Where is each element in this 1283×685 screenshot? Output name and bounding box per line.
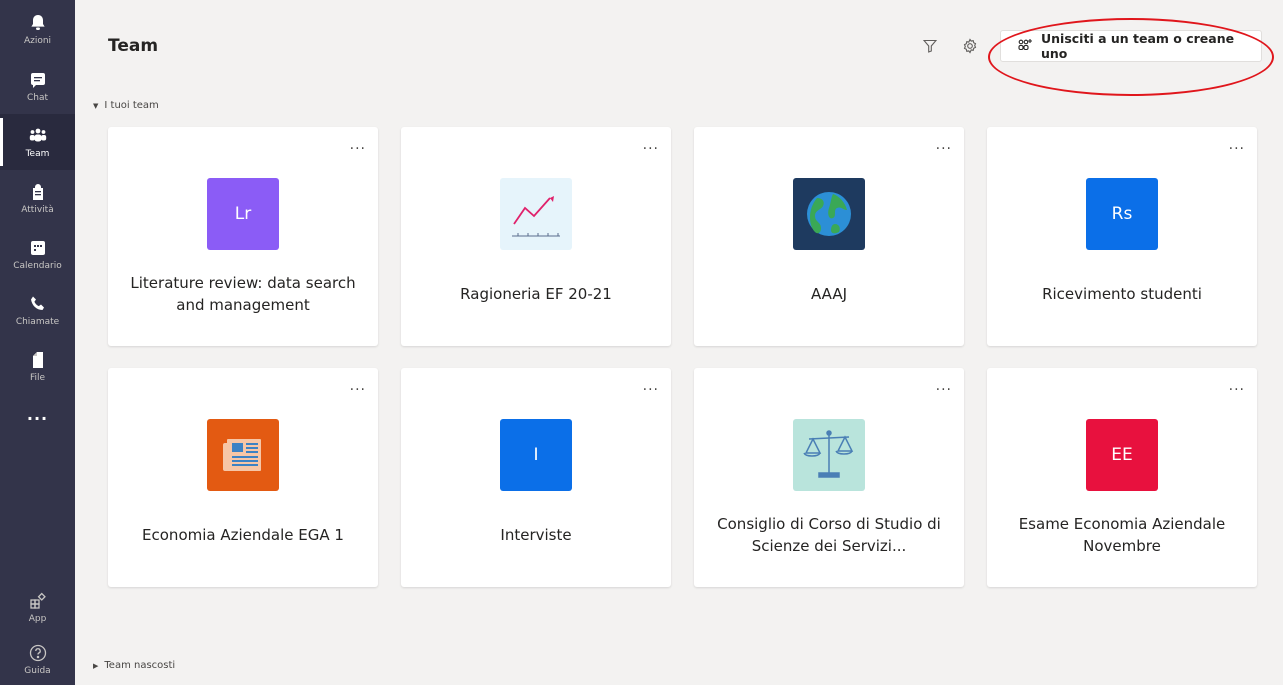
filter-icon[interactable] [920,36,940,56]
team-name: Consiglio di Corso di Studio di Scienze … [717,515,941,555]
rail-item-label: File [29,372,46,383]
section-hidden-teams[interactable]: ▶ Team nascosti [93,660,175,671]
rail-item-label: App [28,613,47,624]
team-card[interactable]: ... Rs Ricevimento studenti [987,127,1257,346]
app-rail: Azioni Chat Team Attività Calendario Chi… [0,0,75,685]
rail-item-file[interactable]: File [0,338,75,394]
tile-initials: Rs [1111,204,1133,224]
more-apps-button[interactable]: ... [0,394,75,434]
chat-icon [28,70,48,90]
page-title: Team [108,36,159,56]
newspaper-icon [207,419,279,491]
phone-icon [28,294,48,314]
bell-icon [28,13,48,33]
help-icon [28,643,48,663]
chart-trend-icon [500,178,572,250]
team-card[interactable]: ... Ragioneria EF 20-21 [401,127,671,346]
globe-icon [793,178,865,250]
rail-item-team[interactable]: Team [0,114,75,170]
section-title: I tuoi team [104,100,159,111]
rail-item-label: Azioni [23,35,52,46]
teams-icon [28,126,48,146]
team-card[interactable]: ... Economia Aziendale EGA 1 [108,368,378,587]
rail-item-label: Chat [26,92,49,103]
rail-item-attivita[interactable]: Attività [0,170,75,226]
tile-initials: EE [1111,445,1133,465]
more-options-icon[interactable]: ... [936,378,952,394]
join-or-create-team-label: Unisciti a un team o creane uno [1041,31,1235,61]
team-card[interactable]: ... Consiglio di Corso di Studio di Scie… [694,368,964,587]
tile-initials: Lr [234,204,252,224]
rail-item-chiamate[interactable]: Chiamate [0,282,75,338]
team-tile: I [500,419,572,491]
rail-item-label: Calendario [13,260,62,271]
section-your-teams[interactable]: ▼ I tuoi team [93,100,159,111]
team-tile: EE [1086,419,1158,491]
rail-item-chat[interactable]: Chat [0,58,75,114]
team-card[interactable]: ... I Interviste [401,368,671,587]
rail-item-azioni[interactable]: Azioni [0,0,75,58]
file-icon [28,350,48,370]
join-or-create-team-button[interactable]: Unisciti a un team o creane uno [1000,30,1262,62]
rail-item-guida[interactable]: Guida [0,633,75,685]
more-options-icon[interactable]: ... [350,378,366,394]
more-icon: ... [26,404,49,424]
caret-down-icon: ▼ [93,101,99,110]
assignments-icon [28,182,48,202]
add-team-icon [1017,38,1033,55]
more-options-icon[interactable]: ... [1229,378,1245,394]
rail-item-label: Team [25,148,50,159]
apps-icon [28,591,48,611]
team-tile: Rs [1086,178,1158,250]
more-options-icon[interactable]: ... [936,137,952,153]
team-name: Ragioneria EF 20-21 [460,285,612,304]
rail-item-label: Guida [24,665,51,676]
rail-item-label: Attività [21,204,54,215]
tile-initials: I [533,445,539,465]
rail-item-app[interactable]: App [0,581,75,633]
rail-item-label: Chiamate [15,316,60,327]
team-name: Esame Economia Aziendale Novembre [1018,515,1226,555]
calendar-icon [28,238,48,258]
more-options-icon[interactable]: ... [350,137,366,153]
section-title: Team nascosti [104,660,176,671]
team-name: AAAJ [810,285,848,304]
team-name: Literature review: data search and manag… [130,274,356,314]
page-header: Team Unisciti a un team o creane uno [75,0,1283,86]
more-options-icon[interactable]: ... [1229,137,1245,153]
team-name: Economia Aziendale EGA 1 [142,526,344,545]
gear-icon[interactable] [960,36,980,56]
more-options-icon[interactable]: ... [643,137,659,153]
more-options-icon[interactable]: ... [643,378,659,394]
team-tile: Lr [207,178,279,250]
team-name: Ricevimento studenti [1042,285,1202,304]
caret-right-icon: ▶ [93,661,99,670]
rail-bottom: App Guida [0,581,75,685]
team-card[interactable]: ... EE Esame Economia Aziendale Novembre [987,368,1257,587]
team-name: Interviste [500,526,572,545]
team-card[interactable]: ... AAAJ [694,127,964,346]
scales-icon [793,419,865,491]
rail-item-calendario[interactable]: Calendario [0,226,75,282]
team-card[interactable]: ... Lr Literature review: data search an… [108,127,378,346]
